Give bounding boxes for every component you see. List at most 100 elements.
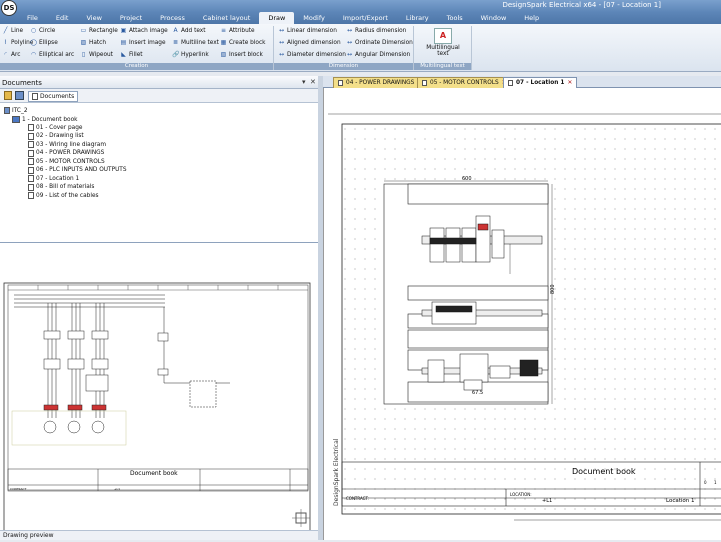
- page-icon: [28, 124, 34, 131]
- doc-tab-label: 07 - Location 1: [516, 80, 565, 86]
- ribbon-tab-help[interactable]: Help: [515, 12, 548, 24]
- tool-elliptical-arc[interactable]: ◠ Elliptical arc: [30, 51, 74, 58]
- app-logo-icon[interactable]: DS: [1, 0, 17, 16]
- ribbon-tab-draw[interactable]: Draw: [259, 12, 295, 24]
- tool-angular-dimension[interactable]: ↔ Angular Dimension: [346, 51, 410, 58]
- ribbon-tab-process[interactable]: Process: [151, 12, 194, 24]
- doc-tab-2[interactable]: 07 - Location 1 ✕: [503, 77, 578, 88]
- tree-label: 08 - Bill of materials: [36, 184, 95, 190]
- folder-icon[interactable]: [4, 91, 12, 100]
- ribbon-tab-edit[interactable]: Edit: [47, 12, 78, 24]
- tool-label: Fillet: [129, 51, 143, 58]
- drawing-preview-footer[interactable]: Drawing preview: [0, 530, 318, 540]
- drawing-sheet[interactable]: 600 800 67.5 Document book CONTRACT: LOC…: [324, 88, 721, 540]
- tree-label: 04 - POWER DRAWINGS: [36, 150, 105, 156]
- ribbon-tab-window[interactable]: Window: [472, 12, 516, 24]
- tool-arc[interactable]: ◜ Arc: [2, 51, 20, 58]
- tool-attribute[interactable]: ≡ Attribute: [220, 27, 255, 34]
- dimension-icon: ↔: [346, 27, 353, 34]
- tool-add-text[interactable]: A Add text: [172, 27, 205, 34]
- tool-label: Insert image: [129, 39, 166, 46]
- tool-circle[interactable]: ○ Circle: [30, 27, 55, 34]
- tool-aligned-dimension[interactable]: ↔ Aligned dimension: [278, 39, 341, 46]
- ribbon-tab-cabinet-layout[interactable]: Cabinet layout: [194, 12, 259, 24]
- vertical-brand-label: DesignSpark Electrical: [333, 438, 340, 506]
- tool-label: Ordinate Dimension: [355, 39, 413, 46]
- tree-page[interactable]: 05 - MOTOR CONTROLS: [28, 158, 105, 165]
- tool-attach-image[interactable]: ▣ Attach image: [120, 27, 168, 34]
- doc-tab-1[interactable]: 05 - MOTOR CONTROLS✕: [417, 77, 512, 88]
- document-tree: ITC_2 1 - Document book 01 - Cover page 02 …: [0, 103, 318, 243]
- preview-drawing: Document book CONTRACT +L1: [3, 282, 311, 534]
- tool-insert-block[interactable]: ▧ Insert block: [220, 51, 263, 58]
- ribbon-tab-file[interactable]: File: [18, 12, 47, 24]
- close-icon[interactable]: ✕: [567, 80, 572, 86]
- tree-page[interactable]: 07 - Location 1: [28, 175, 79, 182]
- page-icon: [338, 80, 343, 86]
- pin-icon[interactable]: ▾: [302, 78, 306, 86]
- tree-page[interactable]: 06 - PLC INPUTS AND OUTPUTS: [28, 166, 127, 174]
- location-label: LOCATION:: [510, 492, 532, 497]
- tool-label: Arc: [11, 51, 21, 58]
- tool-linear-dimension[interactable]: ↔ Linear dimension: [278, 27, 337, 34]
- tree-label: 07 - Location 1: [36, 175, 80, 182]
- tree-page[interactable]: 04 - POWER DRAWINGS: [28, 149, 105, 157]
- close-icon[interactable]: ✕: [310, 78, 316, 86]
- tool-create-block[interactable]: ▦ Create block: [220, 39, 266, 46]
- title-block-name: Document book: [572, 467, 636, 476]
- tree-page[interactable]: 08 - Bill of materials: [28, 183, 95, 191]
- tool-fillet[interactable]: ◣ Fillet: [120, 51, 143, 58]
- polyline-icon: ⌇: [4, 39, 7, 46]
- book-icon: [12, 116, 20, 123]
- tool-wipeout[interactable]: ▯ Wipeout: [80, 51, 113, 58]
- tool-insert-image[interactable]: ▤ Insert image: [120, 39, 166, 46]
- tool-radius-dimension[interactable]: ↔ Radius dimension: [346, 27, 406, 34]
- page-icon: [508, 80, 513, 86]
- ribbon-group-label: Multilingual text: [414, 63, 471, 70]
- tool-polyline[interactable]: ⌇ Polyline: [2, 39, 33, 46]
- documents-tab-label: Documents: [40, 93, 75, 100]
- tool-label: Create block: [229, 39, 266, 46]
- tool-label: Aligned dimension: [287, 39, 341, 46]
- doc-tab-0[interactable]: 04 - POWER DRAWINGS✕: [333, 77, 428, 88]
- tool-label: Angular Dimension: [355, 51, 411, 58]
- tree-page[interactable]: 09 - List of the cables: [28, 192, 99, 199]
- documents-tab[interactable]: Documents: [28, 91, 79, 102]
- dimension-icon: ↔: [278, 39, 285, 46]
- dimension-small: 67.5: [472, 390, 483, 396]
- book-icon[interactable]: [15, 91, 24, 100]
- line-icon: ╱: [3, 27, 8, 34]
- tree-document-book[interactable]: 1 - Document book: [12, 116, 77, 123]
- dimension-icon: ↔: [346, 51, 353, 58]
- ribbon-tab-project[interactable]: Project: [111, 12, 151, 24]
- tool-diameter-dimension[interactable]: ↔ Diameter dimension: [278, 51, 346, 58]
- tool-ellipse[interactable]: ◯ Ellipse: [30, 39, 58, 46]
- tree-label: 02 - Drawing list: [36, 133, 84, 139]
- multilingual-text-icon[interactable]: A: [434, 28, 452, 44]
- page-icon: [28, 166, 34, 174]
- tree-page[interactable]: 02 - Drawing list: [28, 132, 84, 140]
- tool-rectangle[interactable]: ▭ Rectangle: [80, 27, 118, 34]
- dimension-icon: ↔: [278, 51, 285, 58]
- multilingual-text-button[interactable]: Multilingual text: [420, 45, 466, 57]
- ribbon-tab-library[interactable]: Library: [397, 12, 438, 24]
- tree-page[interactable]: 01 - Cover page: [28, 124, 82, 131]
- drawing-canvas[interactable]: 600 800 67.5 Document book CONTRACT: LOC…: [323, 88, 721, 540]
- tool-multiline-text[interactable]: ≣ Multiline text: [172, 39, 219, 46]
- ribbon-tab-modify[interactable]: Modify: [294, 12, 334, 24]
- tool-hatch[interactable]: ▨ Hatch: [80, 39, 106, 46]
- tool-ordinate-dimension[interactable]: ↔ Ordinate Dimension: [346, 39, 413, 46]
- tool-label: Wipeout: [89, 51, 113, 58]
- tool-hyperlink[interactable]: 🔗 Hyperlink: [172, 51, 209, 58]
- ribbon-tab-tools[interactable]: Tools: [438, 12, 472, 24]
- tool-line[interactable]: ╱ Line: [2, 27, 23, 34]
- tool-label: Radius dimension: [355, 27, 407, 34]
- preview-location-code: +L1: [114, 487, 120, 491]
- tree-page[interactable]: 03 - Wiring line diagram: [28, 141, 106, 148]
- dimension-height: 800: [550, 284, 556, 294]
- attribute-icon: ≡: [220, 27, 227, 34]
- ribbon-tab-view[interactable]: View: [77, 12, 110, 24]
- tree-project[interactable]: ITC_2: [4, 107, 28, 114]
- ribbon-group-label: Dimension: [274, 63, 413, 70]
- ribbon-tab-import-export[interactable]: Import/Export: [334, 12, 397, 24]
